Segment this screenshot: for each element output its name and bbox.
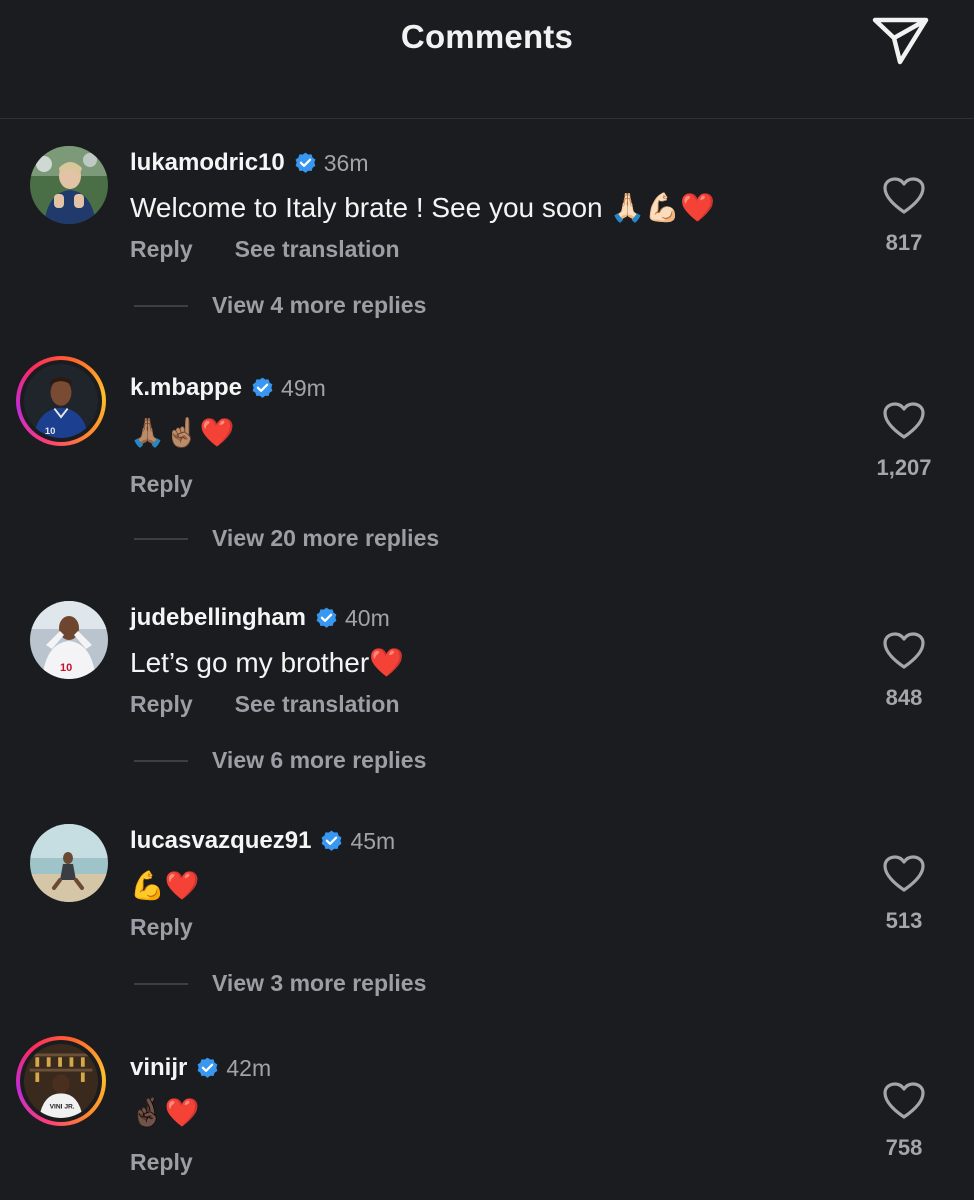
header: Comments [0,0,974,119]
username-link[interactable]: lucasvazquez91 [130,827,311,855]
like-count: 848 [885,685,923,710]
verified-badge-icon [197,1057,218,1078]
view-replies-button[interactable]: View 4 more replies [134,292,426,319]
avatar[interactable] [30,146,108,224]
send-button[interactable] [870,12,932,68]
comment-time: 45m [350,827,396,854]
verified-badge-icon [295,152,316,173]
replies-divider [134,304,188,307]
comment-meta: judebellingham 40m [130,601,390,635]
send-icon [872,17,929,65]
comment-text: 🤞🏿❤️ [130,1097,200,1128]
comment-actions: Reply [130,914,235,941]
comment-actions: Reply See translation [130,691,442,718]
reply-button[interactable]: Reply [130,471,193,498]
reply-button[interactable]: Reply [130,236,193,263]
username-link[interactable]: judebellingham [130,604,306,632]
heart-outline-icon[interactable] [882,631,926,671]
page-title: Comments [400,18,574,55]
svg-text:10: 10 [45,426,56,437]
verified-badge-icon [252,377,273,398]
username-link[interactable]: k.mbappe [130,374,242,402]
username-link[interactable]: vinijr [130,1054,187,1082]
view-replies-label: View 4 more replies [212,292,427,318]
comment-text: 💪❤️ [130,870,200,901]
heart-outline-icon[interactable] [882,176,926,216]
avatar-story-ring[interactable]: 10 [16,356,106,446]
avatar-story-ring[interactable]: VINI JR. [16,1036,106,1126]
see-translation-button[interactable]: See translation [235,691,400,718]
avatar-image: 10 [30,601,108,679]
avatar-image: VINI JR. [24,1044,98,1118]
heart-outline-icon[interactable] [882,401,926,441]
reply-button[interactable]: Reply [130,914,193,941]
comments-screen: Comments lukamodric10 36m Welcome to Ita… [0,0,974,1200]
like-section: 848 [862,631,946,711]
comment-time: 42m [226,1054,272,1081]
avatar[interactable]: 10 [30,601,108,679]
view-replies-button[interactable]: View 3 more replies [134,970,426,997]
like-section: 1,207 [862,401,946,481]
comment-actions: Reply [130,1149,235,1176]
comment-meta: k.mbappe 49m [130,371,326,405]
see-translation-button[interactable]: See translation [235,236,400,263]
comment-actions: Reply See translation [130,236,442,263]
heart-outline-icon[interactable] [882,1081,926,1121]
svg-text:VINI JR.: VINI JR. [50,1104,75,1111]
comment-meta: lucasvazquez91 45m [130,824,395,858]
like-count: 1,207 [876,455,932,480]
view-replies-label: View 20 more replies [212,525,440,551]
verified-badge-icon [316,607,337,628]
comment-actions: Reply [130,471,235,498]
view-replies-label: View 3 more replies [212,970,427,996]
username-link[interactable]: lukamodric10 [130,149,285,177]
like-section: 758 [862,1081,946,1161]
comment-time: 49m [281,374,326,401]
view-replies-button[interactable]: View 6 more replies [134,747,426,774]
verified-badge-icon [322,830,342,851]
comment-time: 36m [323,149,369,176]
comment-text: Welcome to Italy brate ! See you soon 🙏🏻… [130,192,715,223]
comment-text: 🙏🏽☝🏽❤️ [130,417,235,448]
avatar-image [30,824,108,902]
reply-button[interactable]: Reply [130,1149,193,1176]
replies-divider [134,982,188,985]
avatar-image: 10 [24,364,98,438]
replies-divider [134,537,188,540]
like-count: 758 [885,1135,923,1160]
like-section: 513 [862,854,946,934]
heart-outline-icon[interactable] [882,854,926,894]
comment-time: 40m [345,604,390,631]
like-count: 513 [885,908,923,933]
avatar[interactable] [30,824,108,902]
svg-text:10: 10 [60,662,72,674]
like-count: 817 [885,230,923,255]
view-replies-button[interactable]: View 20 more replies [134,525,439,552]
comment-meta: vinijr 42m [130,1051,271,1085]
replies-divider [134,759,188,762]
like-section: 817 [862,176,946,256]
reply-button[interactable]: Reply [130,691,193,718]
view-replies-label: View 6 more replies [212,747,427,773]
avatar-image [30,146,108,224]
comment-text: Let’s go my brother❤️ [130,647,405,678]
comment-meta: lukamodric10 36m [130,146,368,180]
